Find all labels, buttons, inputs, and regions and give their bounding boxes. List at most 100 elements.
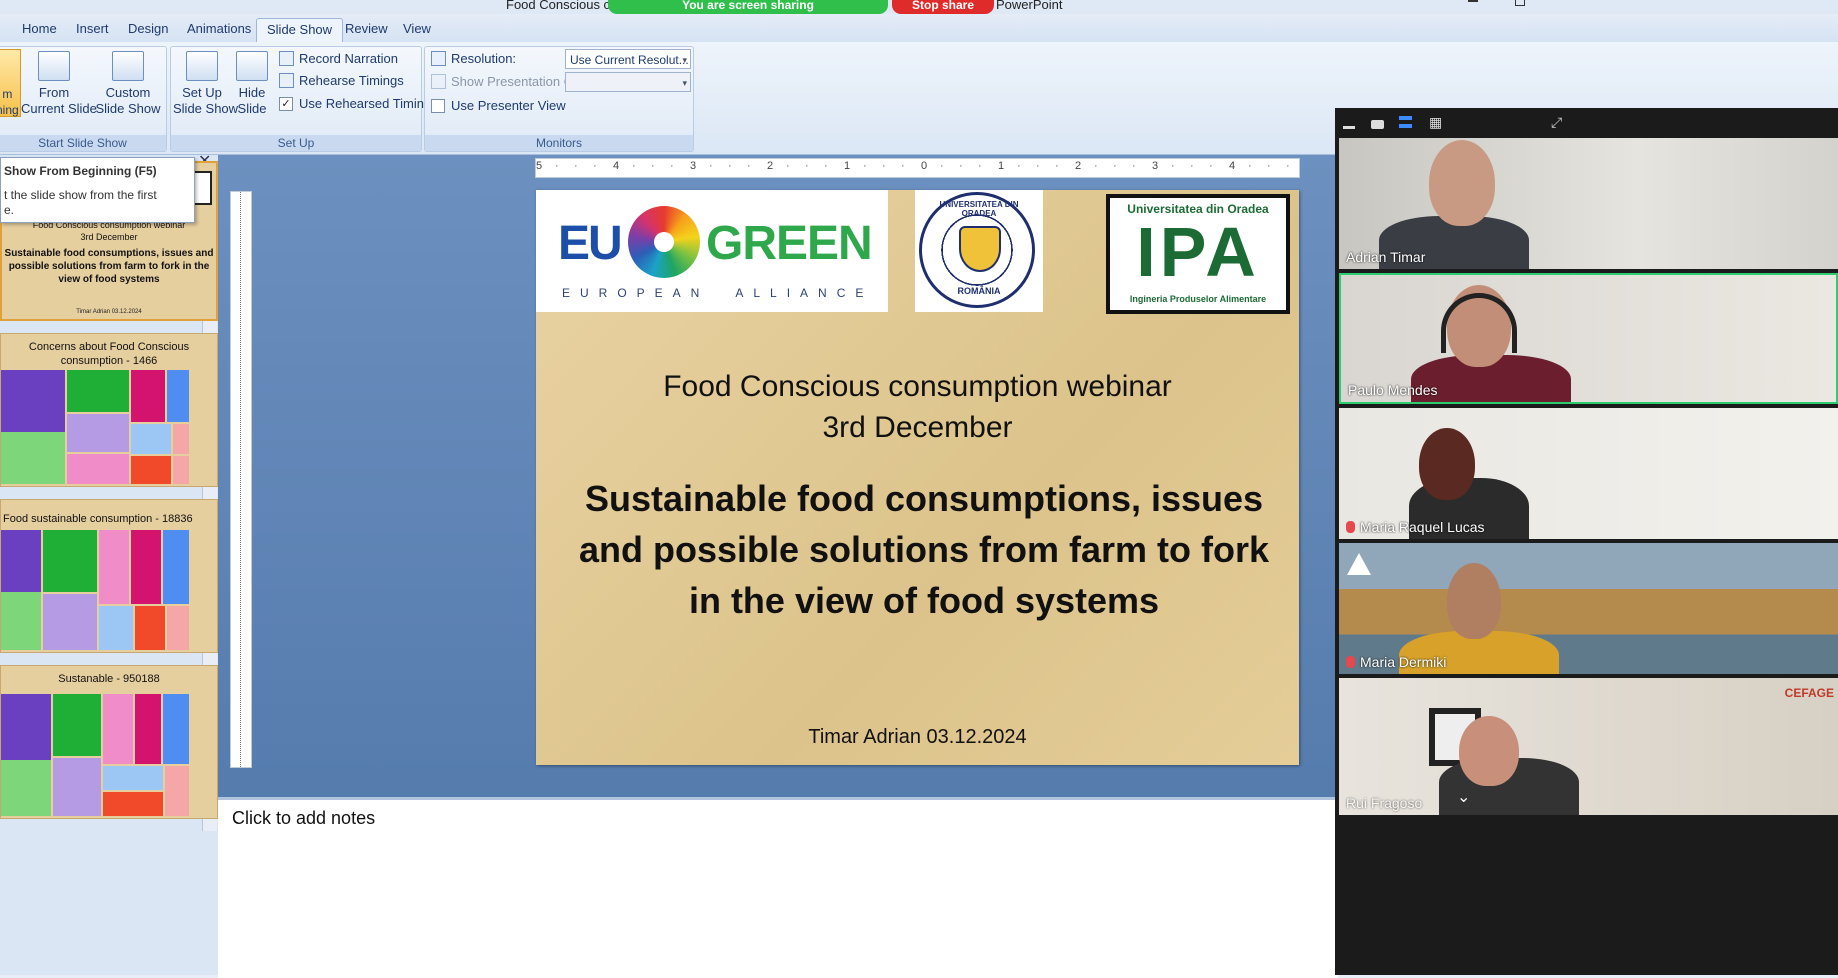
use-presenter-view-checkbox[interactable]: Use Presenter View (431, 98, 566, 113)
tab-animations[interactable]: Animations (187, 21, 251, 36)
record-narration-button[interactable]: Record Narration (279, 51, 398, 66)
participant-tile-4[interactable]: Maria Dermiki (1339, 543, 1838, 674)
seal-ring-text: UNIVERSITATEA DIN ORADEA (939, 200, 1019, 218)
participant-name-2: Paulo Mendes (1348, 382, 1438, 398)
resolution-value: Use Current Resolut... (570, 53, 689, 67)
from-current-slide-button[interactable]: From Current Slide (21, 51, 97, 117)
chevron-down-icon: ▾ (682, 78, 687, 88)
ruler-number: 2 (767, 160, 774, 172)
minimize-video-icon[interactable] (1343, 126, 1355, 129)
resolution-dropdown[interactable]: Use Current Resolut... ▾ (565, 49, 691, 69)
ruler-tick: · (728, 160, 732, 172)
ruler-number: 1 (998, 160, 1005, 172)
tab-design[interactable]: Design (128, 21, 168, 36)
ruler-tick: · (978, 160, 982, 172)
window-title-left: Food Conscious co (506, 0, 618, 12)
slide-title[interactable]: Sustainable food consumptions, issues an… (570, 473, 1278, 626)
ruler-tick: · (882, 160, 886, 172)
tab-home[interactable]: Home (22, 21, 57, 36)
participant-name-3: Maria Raquel Lucas (1346, 519, 1485, 535)
ruler-tick: · (786, 160, 790, 172)
quick-access-toolbar[interactable] (14, 0, 184, 12)
hide-slide-button[interactable]: Hide Slide (233, 51, 271, 117)
from-beginning-label: m ning (0, 87, 19, 117)
ruler-tick: · (555, 160, 559, 172)
ruler-tick: · (747, 160, 751, 172)
horizontal-ruler: 5 · · · 4 · · · 3 · · · 2 · · · 1 · · · 0 · · · 1 · · · 2 · · · 3 · · · 4 · · · (535, 158, 1300, 178)
use-rehearsed-timings-checkbox[interactable]: ✓ Use Rehearsed Timings (279, 96, 438, 111)
logo-alliance-text: EUROPEAN ALLIANCE (562, 286, 874, 300)
setup-icon (186, 51, 218, 81)
slide-thumbnail-4[interactable]: Sustanable - 950188 (0, 665, 218, 819)
tab-slide-show[interactable]: Slide Show (256, 18, 344, 43)
monitor-icon (431, 51, 446, 66)
ruler-tick: · (593, 160, 597, 172)
ruler-tick: · (1248, 160, 1252, 172)
slide-heading-1[interactable]: Food Conscious consumption webinar (536, 370, 1299, 404)
ruler-number: 3 (1152, 160, 1159, 172)
show-presentation-on-row: Show Presentation On: (431, 74, 585, 89)
group-label-start: Start Slide Show (0, 135, 166, 151)
thumb1-title: Sustainable food consumptions, issues an… (4, 248, 214, 285)
notes-placeholder: Click to add notes (232, 808, 376, 828)
minimize-icon[interactable] (1468, 0, 1478, 2)
chevron-down-icon[interactable]: ⌄ (1457, 787, 1470, 807)
expand-icon[interactable]: ⤢ (1551, 114, 1562, 131)
show-presentation-on-dropdown[interactable]: ▾ (565, 72, 691, 92)
video-toolbar: ▦ ⤢ (1335, 108, 1838, 138)
rehearse-timings-button[interactable]: Rehearse Timings (279, 73, 404, 88)
notes-pane[interactable]: Click to add notes (218, 797, 1338, 978)
participant-tile-5[interactable]: CEFAGE Rui Fragoso ⌄ (1339, 678, 1838, 815)
participant-tile-1[interactable]: Adrian Timar (1339, 138, 1838, 269)
chevron-down-icon: ▾ (682, 55, 687, 65)
participant-name-5: Rui Fragoso (1346, 795, 1423, 811)
eu-green-logo: EU GREEN EUROPEAN ALLIANCE (536, 190, 888, 312)
hide-slide-label: Hide Slide (237, 85, 267, 116)
slide-thumbnail-2[interactable]: Concerns about Food Conscious consumptio… (0, 333, 218, 487)
slide-thumbnail-3[interactable]: Food sustainable consumption - 18836 (0, 499, 218, 653)
stop-share-button[interactable]: Stop share (892, 0, 994, 14)
ruler-tick: · (1171, 160, 1175, 172)
title-bar: Food Conscious co You are screen sharing… (0, 0, 1838, 14)
ruler-number: 3 (690, 160, 697, 172)
custom-slide-show-label: Custom Slide Show (95, 85, 161, 116)
tooltip: Show From Beginning (F5) t the slide sho… (0, 157, 195, 223)
tooltip-body: t the slide show from the first e. (4, 188, 157, 217)
ipa-logo: Universitatea din Oradea IPA Ingineria P… (1106, 194, 1290, 314)
ruler-tick: · (1209, 160, 1213, 172)
tab-insert[interactable]: Insert (76, 21, 109, 36)
window-title-right: PowerPoint (996, 0, 1063, 12)
tab-view[interactable]: View (403, 21, 431, 36)
tab-review[interactable]: Review (345, 21, 388, 36)
ruler-number: 2 (1075, 160, 1082, 172)
speaker-view-icon[interactable] (1371, 120, 1384, 129)
seal-bottom-text: ROMÂNIA (957, 286, 1001, 296)
thumb1-footer: Timar Adrian 03.12.2024 (76, 309, 142, 315)
gallery-view-icon[interactable]: ▦ (1429, 115, 1442, 129)
ruler-tick: · (1190, 160, 1194, 172)
slide-heading-2[interactable]: 3rd December (536, 411, 1299, 445)
ruler-tick: · (1017, 160, 1021, 172)
slide-footer[interactable]: Timar Adrian 03.12.2024 (536, 726, 1299, 749)
ruler-tick: · (574, 160, 578, 172)
use-presenter-view-label: Use Presenter View (451, 98, 566, 113)
participant-tile-2[interactable]: Paulo Mendes (1339, 273, 1838, 404)
ruler-tick: · (901, 160, 905, 172)
thumb3-caption: Food sustainable consumption - 18836 (3, 513, 193, 525)
slide-canvas[interactable]: EU GREEN EUROPEAN ALLIANCE UNIVERSITATEA… (536, 190, 1299, 765)
set-up-slide-show-button[interactable]: Set Up Slide Show (173, 51, 238, 117)
group-label-monitors: Monitors (425, 135, 693, 151)
university-oradea-seal: UNIVERSITATEA DIN ORADEA ROMÂNIA (915, 190, 1043, 312)
custom-slide-show-button[interactable]: Custom Slide Show (93, 51, 163, 117)
restore-icon[interactable] (1515, 0, 1525, 6)
ruler-tick: · (1036, 160, 1040, 172)
group-set-up: Set Up Slide Show Hide Slide Record Narr… (170, 46, 438, 152)
rehearse-timings-label: Rehearse Timings (299, 73, 404, 88)
from-beginning-button[interactable]: m ning (0, 49, 21, 117)
strip-view-icon[interactable] (1399, 116, 1412, 128)
ruler-tick: · (1055, 160, 1059, 172)
from-current-label: From Current Slide (21, 85, 97, 116)
ruler-tick: · (959, 160, 963, 172)
hide-slide-icon (236, 51, 268, 81)
participant-tile-3[interactable]: Maria Raquel Lucas (1339, 408, 1838, 539)
